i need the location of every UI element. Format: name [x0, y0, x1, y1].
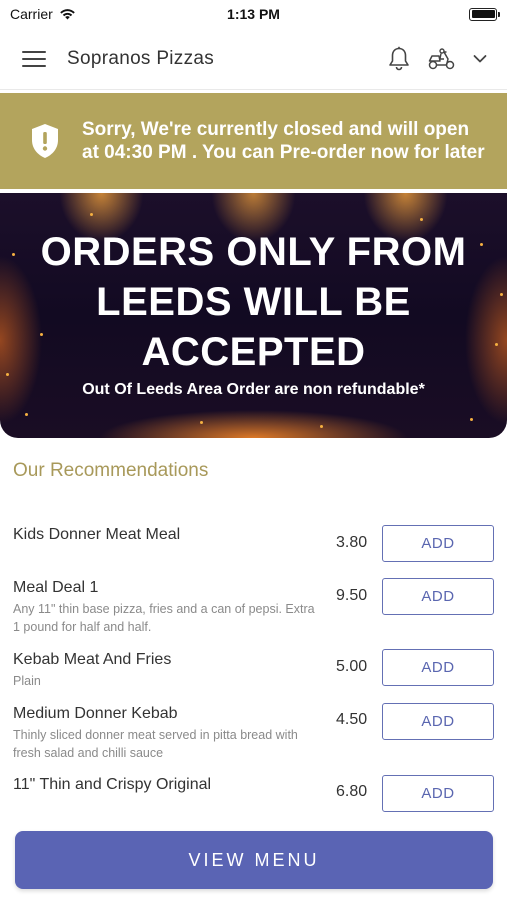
app-header: Sopranos Pizzas: [0, 28, 507, 90]
shield-alert-icon: [32, 124, 58, 158]
bell-icon[interactable]: [387, 46, 411, 72]
status-bar: Carrier 1:13 PM: [0, 0, 507, 28]
recommendations-title: Our Recommendations: [13, 460, 209, 481]
promo-subtext: Out Of Leeds Area Order are non refundab…: [82, 381, 425, 398]
item-price: 4.50: [336, 711, 368, 728]
menu-item: 11" Thin and Crispy Original 6.80 ADD: [0, 770, 507, 830]
add-button[interactable]: ADD: [382, 703, 494, 740]
carrier-label: Carrier: [10, 6, 53, 22]
item-name: Kids Donner Meat Meal: [13, 526, 181, 543]
item-name: 11" Thin and Crispy Original: [13, 776, 212, 793]
item-price: 3.80: [336, 534, 368, 551]
closed-notice-banner: Sorry, We're currently closed and will o…: [0, 93, 507, 189]
item-name: Medium Donner Kebab: [13, 705, 178, 722]
status-time: 1:13 PM: [227, 6, 280, 22]
status-left: Carrier: [10, 6, 76, 22]
menu-item: Meal Deal 1 Any 11" thin base pizza, fri…: [0, 573, 507, 634]
add-button[interactable]: ADD: [382, 525, 494, 562]
menu-item: Kebab Meat And Fries Plain 5.00 ADD: [0, 645, 507, 705]
promo-hero-banner: ORDERS ONLY FROM LEEDS WILL BE ACCEPTED …: [0, 193, 507, 438]
menu-item: Medium Donner Kebab Thinly sliced donner…: [0, 699, 507, 760]
item-description: Plain: [13, 674, 41, 688]
view-menu-button[interactable]: VIEW MENU: [15, 831, 493, 889]
add-button[interactable]: ADD: [382, 578, 494, 615]
item-price: 5.00: [336, 658, 368, 675]
scooter-delivery-icon[interactable]: [427, 47, 457, 71]
item-description: Any 11" thin base pizza, fries and a can…: [13, 602, 315, 634]
item-price: 9.50: [336, 587, 368, 604]
app-title: Sopranos Pizzas: [67, 47, 215, 69]
item-name: Kebab Meat And Fries: [13, 651, 172, 668]
menu-item: Kids Donner Meat Meal 3.80 ADD: [0, 520, 507, 580]
wifi-icon: [59, 9, 75, 20]
closed-notice-text: Sorry, We're currently closed and will o…: [82, 119, 485, 163]
item-description: Thinly sliced donner meat served in pitt…: [13, 728, 298, 760]
add-button[interactable]: ADD: [382, 775, 494, 812]
item-price: 6.80: [336, 783, 368, 800]
hamburger-menu-icon[interactable]: [20, 48, 48, 70]
header-actions: [387, 46, 487, 72]
item-name: Meal Deal 1: [13, 579, 99, 596]
battery-icon: [469, 7, 500, 21]
chevron-down-icon[interactable]: [473, 54, 487, 64]
promo-headline: ORDERS ONLY FROM LEEDS WILL BE ACCEPTED: [40, 230, 467, 374]
add-button[interactable]: ADD: [382, 649, 494, 686]
